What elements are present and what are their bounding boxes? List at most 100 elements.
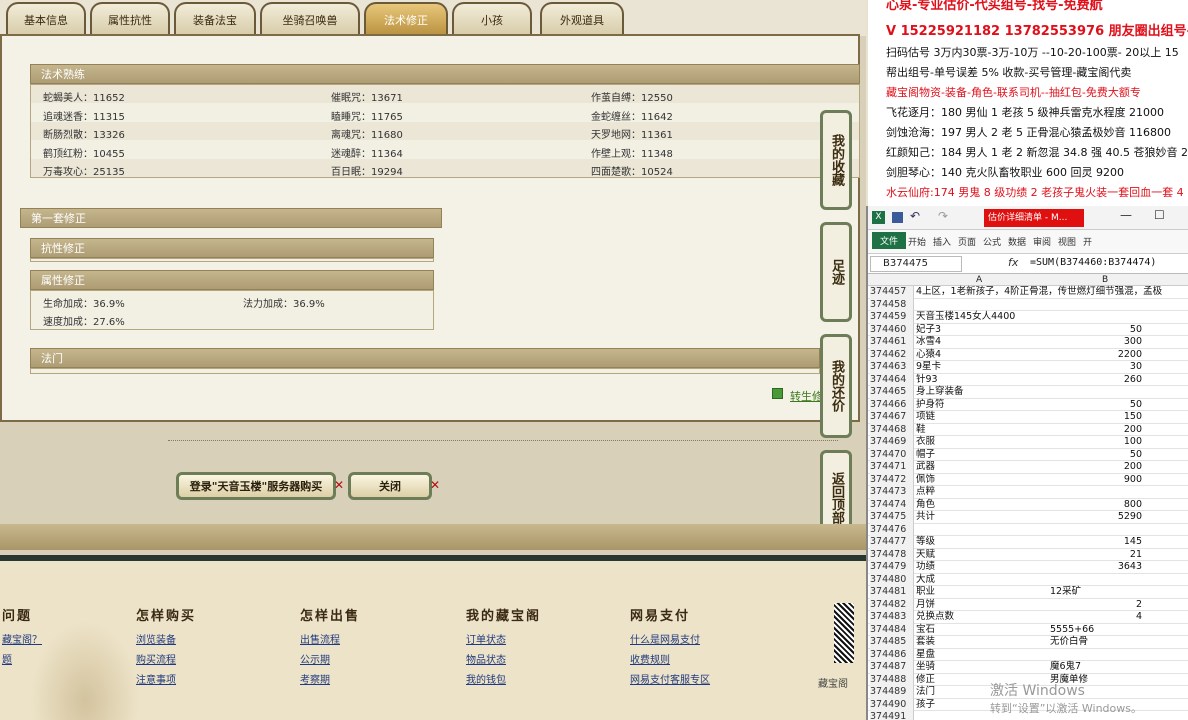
cell-a[interactable]: 功绩 xyxy=(916,561,935,574)
footer-link[interactable]: 考察期 xyxy=(300,671,330,686)
login-server-button[interactable]: 登录"天音玉楼"服务器购买 xyxy=(176,472,336,500)
formula-input[interactable]: =SUM(B374460:B374474) xyxy=(1030,257,1156,268)
cell-b[interactable]: 200 xyxy=(1124,424,1142,437)
row-number[interactable]: 374472 xyxy=(870,473,914,486)
cell-b[interactable]: 3643 xyxy=(1118,561,1142,574)
side-button-2[interactable]: 足迹 xyxy=(820,222,852,322)
undo-icon[interactable]: ↶ xyxy=(910,209,920,223)
tab-6[interactable]: 小孩 xyxy=(452,2,532,36)
row-number[interactable]: 374490 xyxy=(870,698,914,711)
cell-a[interactable]: 妃子3 xyxy=(916,324,941,337)
cell-a[interactable]: 角色 xyxy=(916,499,935,512)
row-number[interactable]: 374488 xyxy=(870,673,914,686)
cell-b[interactable]: 4 xyxy=(1136,611,1142,624)
cell-a[interactable]: 兑换点数 xyxy=(916,611,954,624)
tab-4[interactable]: 坐骑召唤兽 xyxy=(260,2,360,36)
footer-link[interactable]: 什么是网易支付 xyxy=(630,631,700,646)
cell-a[interactable]: 冰雪4 xyxy=(916,336,941,349)
cell-a[interactable]: 法门 xyxy=(916,686,935,699)
cell-a[interactable]: 天音玉楼145女人4400 xyxy=(916,311,1015,324)
qr-code[interactable] xyxy=(834,603,854,663)
row-number[interactable]: 374481 xyxy=(870,586,914,599)
column-a-header[interactable]: A xyxy=(976,274,982,286)
column-b-header[interactable]: B xyxy=(1102,274,1108,286)
row-number[interactable]: 374467 xyxy=(870,411,914,424)
row-number[interactable]: 374476 xyxy=(870,523,914,536)
row-number[interactable]: 374489 xyxy=(870,686,914,699)
cell-b[interactable]: 145 xyxy=(1124,536,1142,549)
cell-a[interactable]: 项链 xyxy=(916,411,935,424)
cell-a[interactable]: 点粹 xyxy=(916,486,935,499)
save-icon[interactable] xyxy=(892,212,903,223)
side-button-3[interactable]: 我的还价 xyxy=(820,334,852,438)
ribbon-tab[interactable]: 插入 xyxy=(933,235,951,248)
cell-a[interactable]: 星盘 xyxy=(916,649,935,662)
cell-b[interactable]: 2200 xyxy=(1118,349,1142,362)
redo-icon[interactable]: ↷ xyxy=(938,209,948,223)
cell-b[interactable]: 50 xyxy=(1130,324,1142,337)
row-number[interactable]: 374484 xyxy=(870,623,914,636)
row-number[interactable]: 374461 xyxy=(870,336,914,349)
cell-a[interactable]: 4上区，1老新孩子，4阶正骨混，传世燃灯细节强混，孟极 xyxy=(916,286,1162,299)
row-number[interactable]: 374457 xyxy=(870,286,914,299)
tab-1[interactable]: 基本信息 xyxy=(6,2,86,36)
cell-b[interactable]: 100 xyxy=(1124,436,1142,449)
row-number[interactable]: 374480 xyxy=(870,573,914,586)
ribbon-tab[interactable]: 开 xyxy=(1083,235,1092,248)
name-box[interactable]: B374475 xyxy=(870,256,962,272)
row-number[interactable]: 374486 xyxy=(870,648,914,661)
row-number[interactable]: 374487 xyxy=(870,661,914,674)
row-number[interactable]: 374474 xyxy=(870,498,914,511)
row-number[interactable]: 374462 xyxy=(870,348,914,361)
cell-a[interactable]: 天赋 xyxy=(916,549,935,562)
cell-a[interactable]: 修正 xyxy=(916,674,935,687)
row-number[interactable]: 374473 xyxy=(870,486,914,499)
cell-b[interactable]: 300 xyxy=(1124,336,1142,349)
ribbon-tab[interactable]: 审阅 xyxy=(1033,235,1051,248)
cell-b[interactable]: 21 xyxy=(1130,549,1142,562)
rebirth-link[interactable]: 转生修 xyxy=(790,388,823,404)
cell-b[interactable]: 5290 xyxy=(1118,511,1142,524)
tab-7[interactable]: 外观道具 xyxy=(540,2,624,36)
cell-a[interactable]: 等级 xyxy=(916,536,935,549)
cell-a[interactable]: 武器 xyxy=(916,461,935,474)
cell-a[interactable]: 针93 xyxy=(916,374,938,387)
row-number[interactable]: 374458 xyxy=(870,298,914,311)
cell-b[interactable]: 无价白骨 xyxy=(1050,636,1142,649)
footer-link[interactable]: 题 xyxy=(2,651,12,666)
row-number[interactable]: 374468 xyxy=(870,423,914,436)
footer-link[interactable]: 购买流程 xyxy=(136,651,176,666)
cell-a[interactable]: 护身符 xyxy=(916,399,945,412)
footer-link[interactable]: 藏宝阁？ xyxy=(2,631,42,646)
row-number[interactable]: 374485 xyxy=(870,636,914,649)
cell-b[interactable]: 260 xyxy=(1124,374,1142,387)
row-number[interactable]: 374477 xyxy=(870,536,914,549)
row-number[interactable]: 374483 xyxy=(870,611,914,624)
footer-link[interactable]: 网易支付客服专区 xyxy=(630,671,710,686)
cell-a[interactable]: 鞋 xyxy=(916,424,926,437)
cell-a[interactable]: 孩子 xyxy=(916,699,935,712)
side-button-1[interactable]: 我的收藏 xyxy=(820,110,852,210)
row-number[interactable]: 374464 xyxy=(870,373,914,386)
cell-b[interactable]: 魔6鬼7 xyxy=(1050,661,1142,674)
cell-b[interactable]: 2 xyxy=(1136,599,1142,612)
footer-link[interactable]: 注意事项 xyxy=(136,671,176,686)
cell-a[interactable]: 佩饰 xyxy=(916,474,935,487)
row-number[interactable]: 374460 xyxy=(870,323,914,336)
footer-link[interactable]: 物品状态 xyxy=(466,651,506,666)
ribbon-tab[interactable]: 数据 xyxy=(1008,235,1026,248)
cell-b[interactable]: 900 xyxy=(1124,474,1142,487)
row-number[interactable]: 374469 xyxy=(870,436,914,449)
row-number[interactable]: 374459 xyxy=(870,311,914,324)
footer-link[interactable]: 我的钱包 xyxy=(466,671,506,686)
footer-link[interactable]: 出售流程 xyxy=(300,631,340,646)
cell-b[interactable]: 5555+66 xyxy=(1050,624,1142,637)
ribbon-tab[interactable]: 页面 xyxy=(958,235,976,248)
cell-b[interactable]: 200 xyxy=(1124,461,1142,474)
row-number[interactable]: 374470 xyxy=(870,448,914,461)
cell-b[interactable]: 800 xyxy=(1124,499,1142,512)
row-number[interactable]: 374479 xyxy=(870,561,914,574)
maximize-button[interactable]: ☐ xyxy=(1154,208,1165,222)
cell-a[interactable]: 9星卡 xyxy=(916,361,941,374)
cell-a[interactable]: 心猿4 xyxy=(916,349,941,362)
